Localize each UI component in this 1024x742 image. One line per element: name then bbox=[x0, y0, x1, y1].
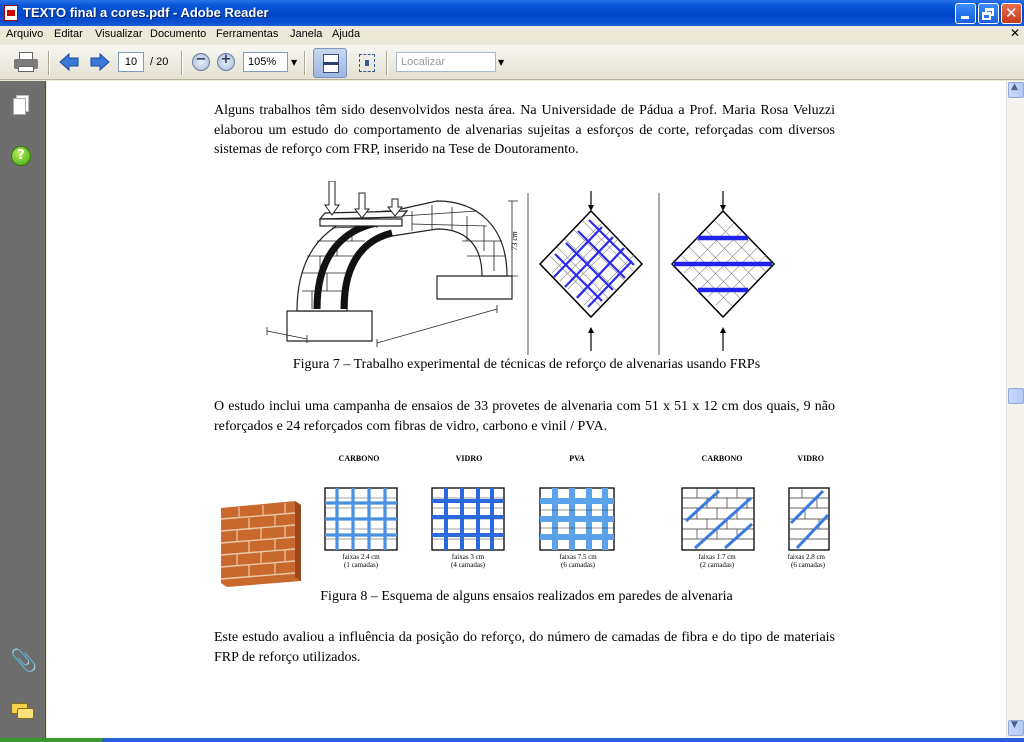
menu-visualizar[interactable]: Visualizar bbox=[95, 28, 143, 40]
menu-editar[interactable]: Editar bbox=[54, 28, 83, 40]
panel4-strip: faixas 1.7 cm bbox=[698, 553, 736, 561]
page-sheet-front bbox=[13, 98, 26, 115]
panel4-layers: (2 camadas) bbox=[700, 561, 735, 569]
arrow-left-icon bbox=[59, 52, 79, 72]
figure-8-drawing: CARBONO faixas 2.4 cm (1 camadas) VIDRO bbox=[220, 454, 830, 587]
comments-icon[interactable] bbox=[11, 701, 35, 721]
scroll-down-button[interactable]: ▼ bbox=[1008, 720, 1024, 736]
fig8-panel-carbono-diagonal: CARBONO faixas 1.7 cm (2 camadas) bbox=[681, 454, 755, 569]
panel5-title: VIDRO bbox=[797, 454, 824, 463]
minus-icon: − bbox=[195, 52, 207, 67]
page-number-input[interactable]: 10 bbox=[118, 52, 144, 72]
panel1-layers: (1 camadas) bbox=[344, 561, 379, 569]
minimize-button[interactable] bbox=[955, 3, 976, 24]
arch-height-label: 73 cm bbox=[510, 231, 519, 251]
vertical-scrollbar[interactable]: ▲ ▼ bbox=[1006, 81, 1024, 738]
fig8-panel-vidro-diagonal: VIDRO faixas 2.8 cm (6 camadas) bbox=[787, 454, 830, 569]
fit-width-button[interactable] bbox=[313, 48, 347, 78]
pdf-app-icon[interactable] bbox=[4, 5, 18, 21]
panel2-title: VIDRO bbox=[456, 454, 483, 463]
chevron-down-icon: ▼ bbox=[1011, 720, 1018, 730]
zoom-level-input[interactable]: 105% bbox=[243, 52, 288, 72]
zoom-dropdown-icon[interactable]: ▼ bbox=[291, 58, 297, 67]
document-page: Alguns trabalhos têm sido desenvolvidos … bbox=[47, 81, 1006, 738]
chevron-up-icon: ▲ bbox=[1011, 82, 1018, 92]
toolbar: 10 / 20 − + 105% ▼ Localizar ▼ bbox=[0, 45, 1024, 80]
menu-ajuda[interactable]: Ajuda bbox=[332, 28, 360, 40]
help-icon[interactable]: ? bbox=[11, 146, 31, 166]
window-title: TEXTO final a cores.pdf - Adobe Reader bbox=[23, 5, 269, 20]
panel5-layers: (6 camadas) bbox=[791, 561, 826, 569]
menu-documento[interactable]: Documento bbox=[150, 28, 206, 40]
search-dropdown-icon[interactable]: ▼ bbox=[498, 58, 504, 67]
panel3-title: PVA bbox=[569, 454, 585, 463]
fig8-panel-vidro-grid: VIDRO faixas 3 cm (4 camadas) bbox=[431, 454, 505, 569]
zoom-in-button[interactable]: + bbox=[217, 52, 235, 71]
panel3-strip: faixas 7.5 cm bbox=[559, 553, 597, 561]
menu-janela[interactable]: Janela bbox=[290, 28, 322, 40]
search-input[interactable]: Localizar bbox=[396, 52, 496, 72]
fig8-panel-pva-grid: PVA faixas 7.5 cm (6 camadas) bbox=[539, 454, 615, 569]
toolbar-separator bbox=[386, 51, 388, 75]
menu-arquivo[interactable]: Arquivo bbox=[6, 28, 43, 40]
panel1-strip: faixas 2.4 cm bbox=[342, 553, 380, 561]
scroll-up-button[interactable]: ▲ bbox=[1008, 82, 1024, 98]
printer-output bbox=[18, 66, 34, 72]
panel3-layers: (6 camadas) bbox=[561, 561, 596, 569]
arch-drawing: 73 cm bbox=[266, 181, 519, 347]
toolbar-separator bbox=[48, 51, 50, 75]
fit-page-dot bbox=[365, 60, 369, 66]
panel-diamond-strips bbox=[670, 191, 776, 351]
restore-button[interactable] bbox=[978, 3, 999, 24]
paragraph-3: Este estudo avaliou a influência da posi… bbox=[214, 630, 835, 665]
next-page-button[interactable] bbox=[89, 52, 111, 72]
panel2-layers: (4 camadas) bbox=[451, 561, 486, 569]
figure-7-drawing: 73 cm bbox=[266, 181, 776, 355]
fit-page-button[interactable] bbox=[356, 52, 378, 74]
panel-diamond-grid bbox=[538, 191, 644, 351]
panel5-strip: faixas 2.8 cm bbox=[787, 553, 825, 561]
scroll-thumb[interactable] bbox=[1008, 388, 1024, 404]
paragraph-2: O estudo inclui uma campanha de ensaios … bbox=[214, 399, 835, 434]
minimize-icon bbox=[961, 16, 969, 19]
previous-page-button[interactable] bbox=[58, 52, 80, 72]
zoom-out-button[interactable]: − bbox=[192, 52, 210, 71]
toolbar-separator bbox=[181, 51, 183, 75]
menu-ferramentas[interactable]: Ferramentas bbox=[216, 28, 278, 40]
page-total: / 20 bbox=[150, 56, 169, 68]
taskbar-edge bbox=[0, 738, 1024, 742]
arrow-right-icon bbox=[90, 52, 110, 72]
fit-width-bar bbox=[323, 62, 339, 65]
panel4-title: CARBONO bbox=[702, 454, 743, 463]
figure-7-caption: Figura 7 – Trabalho experimental de técn… bbox=[292, 357, 761, 372]
comment-bubble-front bbox=[17, 708, 34, 719]
navigation-pane: ? 📎 bbox=[0, 81, 46, 742]
close-button[interactable]: ✕ bbox=[1001, 3, 1022, 24]
attachments-icon[interactable]: 📎 bbox=[10, 649, 37, 674]
figure-8-caption: Figura 8 – Esquema de alguns ensaios rea… bbox=[320, 589, 733, 604]
brick-wall-photo bbox=[220, 501, 301, 587]
paragraph-1: Alguns trabalhos têm sido desenvolvidos … bbox=[214, 103, 835, 157]
panel1-title: CARBONO bbox=[339, 454, 380, 463]
restore-icon-back bbox=[982, 12, 991, 20]
title-bar: TEXTO final a cores.pdf - Adobe Reader ✕ bbox=[0, 0, 1024, 26]
close-document-icon[interactable]: ✕ bbox=[1010, 26, 1020, 40]
close-icon: ✕ bbox=[1005, 4, 1018, 22]
toolbar-separator bbox=[304, 51, 306, 75]
fig8-panel-carbono-grid: CARBONO faixas 2.4 cm (1 camadas) bbox=[324, 454, 398, 569]
pages-icon[interactable] bbox=[13, 95, 30, 116]
menu-bar: Arquivo Editar Visualizar Documento Ferr… bbox=[0, 26, 1024, 45]
plus-icon: + bbox=[220, 52, 232, 67]
print-button[interactable] bbox=[14, 51, 38, 73]
panel2-strip: faixas 3 cm bbox=[452, 553, 485, 561]
